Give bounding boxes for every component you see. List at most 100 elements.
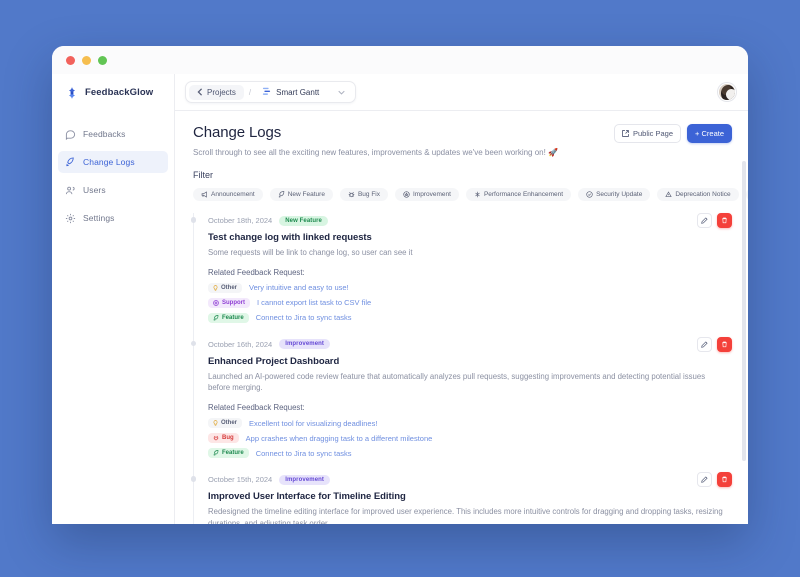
changelog-entry-header: October 18th, 2024 New Feature xyxy=(208,213,732,228)
brand-name: FeedbackGlow xyxy=(85,87,154,98)
delete-button[interactable] xyxy=(717,213,732,228)
rocket-icon xyxy=(278,191,284,198)
edit-button[interactable] xyxy=(697,472,712,488)
window-close-button[interactable] xyxy=(66,55,75,65)
list-item[interactable]: Bug App crashes when dragging task to a … xyxy=(208,433,732,444)
changelog-entry: October 16th, 2024 Improvement Enhanced … xyxy=(190,336,732,473)
bolt-icon xyxy=(475,191,480,198)
main-area: Projects / Smart Gantt Change Logs Publi… xyxy=(175,74,748,524)
bug-icon xyxy=(348,192,355,198)
badge-label: Support xyxy=(222,299,245,306)
changelog-description: Redesigned the timeline editing interfac… xyxy=(208,507,723,524)
changelog-title: Enhanced Project Dashboard xyxy=(208,355,340,367)
related-feedback-list: Other Very intuitive and easy to use! Su… xyxy=(208,282,732,323)
external-link-icon xyxy=(622,130,629,137)
changelog-type-badge: Improvement xyxy=(279,339,330,350)
user-avatar[interactable] xyxy=(718,83,736,101)
filter-tag-deprecation-notice[interactable]: Deprecation Notice xyxy=(657,188,739,201)
changelog-actions xyxy=(697,472,732,488)
list-item[interactable]: Support I cannot export list task to CSV… xyxy=(208,297,732,308)
public-page-button[interactable]: Public Page xyxy=(613,124,682,143)
sidebar-item-change-logs[interactable]: Change Logs xyxy=(58,151,168,173)
filter-tag-new-feature[interactable]: New Feature xyxy=(269,188,333,201)
filter-tag-label: Performance Enhancement xyxy=(483,191,564,198)
changelog-type-badge: Improvement xyxy=(279,474,330,485)
users-icon xyxy=(65,186,75,194)
feedback-text: Connect to Jira to sync tasks xyxy=(255,313,352,323)
list-item[interactable]: Other Excellent tool for visualizing dea… xyxy=(208,418,732,429)
changelog-entry-header: October 15th, 2024 Improvement xyxy=(208,472,732,488)
changelog-date: October 16th, 2024 xyxy=(208,339,273,349)
filter-tag-improvement[interactable]: Improvement xyxy=(395,188,459,201)
feedback-text: Connect to Jira to sync tasks xyxy=(255,448,352,458)
feedback-text: I cannot export list task to CSV file xyxy=(257,298,372,308)
filter-tag-security-update[interactable]: Security Update xyxy=(578,188,651,201)
changelog-actions xyxy=(697,213,732,228)
sidebar-item-label: Settings xyxy=(83,213,115,223)
chevron-down-icon xyxy=(338,90,345,95)
rocket-icon xyxy=(213,450,219,456)
list-item[interactable]: Feature Connect to Jira to sync tasks xyxy=(208,448,732,459)
filter-tag-performance-enhancement[interactable]: Performance Enhancement xyxy=(465,188,572,201)
breadcrumb-projects-button[interactable]: Projects xyxy=(189,84,244,100)
page-header-text: Change Logs xyxy=(193,124,281,141)
badge-label: Feature xyxy=(222,314,244,321)
pencil-icon xyxy=(701,341,708,348)
gantt-icon xyxy=(263,87,271,95)
sidebar-item-settings[interactable]: Settings xyxy=(58,207,168,229)
bug-icon xyxy=(213,435,219,441)
badge-label: Bug xyxy=(222,435,234,442)
filter-tag-label: Security Update xyxy=(596,191,643,198)
gear-icon xyxy=(65,213,76,223)
filter-tag-bug-fix[interactable]: Bug Fix xyxy=(339,188,388,201)
window-maximize-button[interactable] xyxy=(98,55,107,65)
related-feedback-label: Related Feedback Request: xyxy=(208,267,305,277)
chevron-left-icon xyxy=(197,88,203,96)
rocket-icon xyxy=(213,314,219,321)
filter-tag-announcement[interactable]: Announcement xyxy=(193,188,263,201)
sidebar-item-label: Change Logs xyxy=(83,157,135,167)
filter-tag-label: Announcement xyxy=(211,191,255,198)
badge-label: Other xyxy=(221,420,238,427)
message-icon xyxy=(65,129,76,140)
changelog-title: Test change log with linked requests xyxy=(208,232,372,243)
page-subtitle: Scroll through to see all the exciting n… xyxy=(193,148,559,157)
trash-icon xyxy=(722,217,727,224)
changelog-description: Some requests will be link to change log… xyxy=(208,248,413,257)
public-page-label: Public Page xyxy=(632,129,674,138)
app-window: FeedbackGlow Feedbacks Change Logs Users… xyxy=(52,46,748,524)
feedback-category-badge: Bug xyxy=(208,433,239,444)
topbar: Projects / Smart Gantt xyxy=(175,74,748,111)
project-name: Smart Gantt xyxy=(276,87,320,97)
trash-icon xyxy=(722,476,727,483)
feedback-text: App crashes when dragging task to a diff… xyxy=(245,433,433,443)
warning-triangle-icon xyxy=(665,191,672,197)
lifebuoy-icon xyxy=(213,299,219,306)
related-feedback-list: Other Excellent tool for visualizing dea… xyxy=(208,418,732,459)
edit-button[interactable] xyxy=(697,336,712,352)
breadcrumb: Projects / Smart Gantt xyxy=(185,81,357,103)
rocket-icon xyxy=(66,156,74,166)
feedback-category-badge: Support xyxy=(208,297,250,308)
sidebar-item-users[interactable]: Users xyxy=(58,179,168,201)
feedback-text: Excellent tool for visualizing deadlines… xyxy=(249,418,378,428)
filter-label: Filter xyxy=(193,170,213,180)
content-scrollbar[interactable] xyxy=(742,161,746,461)
bulb-icon xyxy=(213,420,218,426)
window-minimize-button[interactable] xyxy=(82,55,91,65)
feedback-category-badge: Feature xyxy=(208,448,249,459)
edit-button[interactable] xyxy=(697,213,712,228)
changelog-actions xyxy=(697,336,732,352)
delete-button[interactable] xyxy=(717,336,732,352)
content-scroll-area: Change Logs Public Page + Create Scroll … xyxy=(175,111,748,524)
list-item[interactable]: Feature Connect to Jira to sync tasks xyxy=(208,312,732,323)
feedbackglow-logo-icon xyxy=(68,86,76,99)
changelog-description: Launched an AI-powered code review featu… xyxy=(208,371,706,393)
sidebar-item-feedbacks[interactable]: Feedbacks xyxy=(58,123,168,145)
changelog-list: October 18th, 2024 New Feature Test chan… xyxy=(190,213,732,524)
create-button[interactable]: + Create xyxy=(687,124,732,143)
project-selector[interactable]: Smart Gantt xyxy=(256,84,352,100)
badge-label: Feature xyxy=(222,450,244,457)
delete-button[interactable] xyxy=(717,472,732,488)
list-item[interactable]: Other Very intuitive and easy to use! xyxy=(208,282,732,293)
